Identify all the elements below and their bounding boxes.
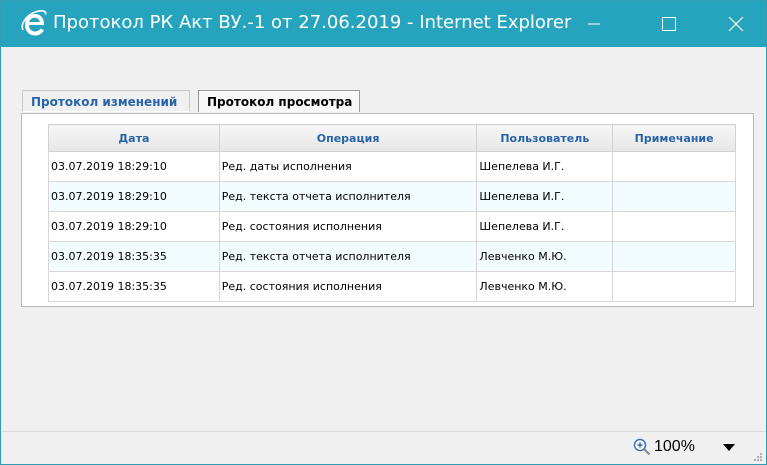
tab-panel: Дата Операция Пользователь Примечание 03… <box>21 113 754 307</box>
column-header-note[interactable]: Примечание <box>612 124 736 152</box>
cell-user: Шепелева И.Г. <box>476 211 614 242</box>
cell-operation: Ред. текста отчета исполнителя <box>218 241 478 272</box>
title-bar[interactable]: Протокол РК Акт ВУ.-1 от 27.06.2019 - In… <box>1 1 766 47</box>
maximize-icon <box>662 17 676 31</box>
column-header-user[interactable]: Пользователь <box>476 124 614 152</box>
table-row[interactable]: 03.07.2019 18:35:35 Ред. текста отчета и… <box>48 241 736 272</box>
status-bar: 100% <box>1 431 766 464</box>
cell-date: 03.07.2019 18:29:10 <box>48 181 220 212</box>
window-title: Протокол РК Акт ВУ.-1 от 27.06.2019 - In… <box>53 12 572 33</box>
table-row[interactable]: 03.07.2019 18:29:10 Ред. текста отчета и… <box>48 181 736 212</box>
zoom-icon[interactable] <box>633 438 651 456</box>
tab-change-log[interactable]: Протокол изменений <box>22 90 190 112</box>
cell-note <box>612 151 736 182</box>
cell-user: Шепелева И.Г. <box>476 151 614 182</box>
cell-date: 03.07.2019 18:29:10 <box>48 151 220 182</box>
cell-operation: Ред. состояния исполнения <box>218 211 478 242</box>
cell-operation: Ред. текста отчета исполнителя <box>218 181 478 212</box>
cell-user: Шепелева И.Г. <box>476 181 614 212</box>
column-header-date[interactable]: Дата <box>48 124 220 152</box>
zoom-level[interactable]: 100% <box>654 438 695 456</box>
protocol-table: Дата Операция Пользователь Примечание 03… <box>48 124 736 302</box>
minimize-button[interactable] <box>566 1 622 47</box>
close-button[interactable] <box>708 1 764 47</box>
table-row[interactable]: 03.07.2019 18:29:10 Ред. состояния испол… <box>48 211 736 242</box>
cell-user: Левченко М.Ю. <box>476 241 614 272</box>
cell-note <box>612 241 736 272</box>
cell-note <box>612 271 736 302</box>
resize-grip-icon[interactable] <box>753 452 763 462</box>
tab-view-log[interactable]: Протокол просмотра <box>198 90 360 112</box>
minimize-icon <box>588 23 600 25</box>
cell-operation: Ред. даты исполнения <box>218 151 478 182</box>
cell-operation: Ред. состояния исполнения <box>218 271 478 302</box>
table-row[interactable]: 03.07.2019 18:35:35 Ред. состояния испол… <box>48 271 736 302</box>
cell-note <box>612 211 736 242</box>
cell-user: Левченко М.Ю. <box>476 271 614 302</box>
internet-explorer-icon <box>21 10 47 36</box>
table-header-row: Дата Операция Пользователь Примечание <box>48 124 736 152</box>
table-row[interactable]: 03.07.2019 18:29:10 Ред. даты исполнения… <box>48 151 736 182</box>
browser-window: Протокол РК Акт ВУ.-1 от 27.06.2019 - In… <box>0 0 767 465</box>
chevron-down-icon[interactable] <box>723 444 735 452</box>
column-header-operation[interactable]: Операция <box>218 124 478 152</box>
cell-date: 03.07.2019 18:35:35 <box>48 241 220 272</box>
cell-date: 03.07.2019 18:35:35 <box>48 271 220 302</box>
maximize-button[interactable] <box>641 1 697 47</box>
cell-note <box>612 181 736 212</box>
close-icon <box>728 16 744 32</box>
cell-date: 03.07.2019 18:29:10 <box>48 211 220 242</box>
page-content: Протокол изменений Протокол просмотра Да… <box>1 47 766 431</box>
